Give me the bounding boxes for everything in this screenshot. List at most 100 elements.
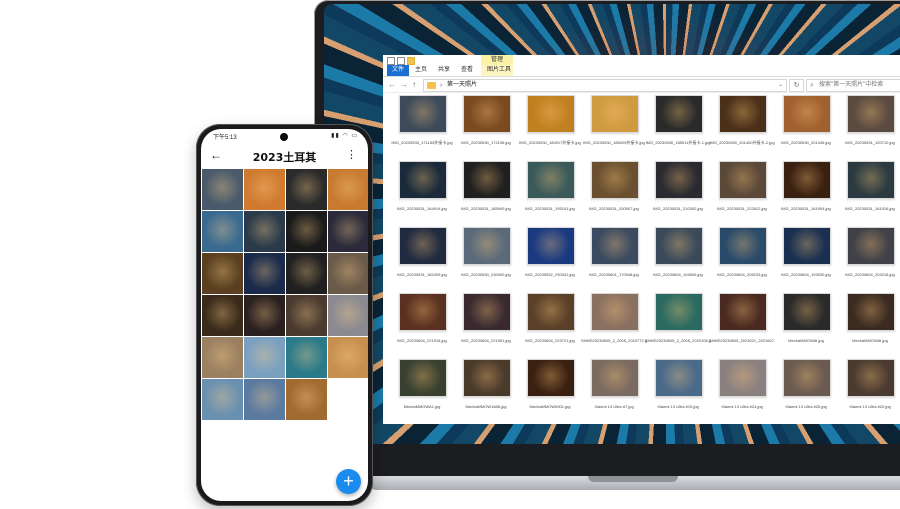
file-name: IMG_20230601_170548.jpg (589, 272, 639, 277)
file-thumbnail (719, 95, 767, 133)
file-name: IMG_20230604_221918.jpg (397, 338, 447, 343)
file-name: SHMS20230605_2023021_2021607.jpg (709, 338, 775, 343)
photo-thumbnail[interactable] (328, 337, 368, 378)
photo-thumbnail[interactable] (328, 211, 368, 252)
ribbon-tabs: 文件 主页 共享 查看 图片工具 (383, 65, 900, 77)
file-name: IMG_20230604_223721.jpg (525, 338, 575, 343)
photo-thumbnail[interactable] (328, 253, 368, 294)
file-name: Xiaomi 13 Ultra #19.jpg (657, 404, 699, 409)
file-thumbnail (527, 359, 575, 397)
file-name: SHMS20230605_2_2005_2020108.jpg (645, 338, 711, 343)
tab-picture-tools[interactable]: 图片工具 (482, 65, 516, 76)
file-thumbnail (783, 95, 831, 133)
file-name: IMG_20230531_200507.jpg (589, 206, 639, 211)
file-thumbnail (783, 359, 831, 397)
file-thumbnail (399, 293, 447, 331)
forward-button[interactable]: → (400, 79, 408, 90)
file-thumbnail (719, 227, 767, 265)
file-name: IMG_20230604_205233.jpg (717, 272, 767, 277)
photo-thumbnail[interactable] (202, 379, 243, 420)
file-name: IMG_20230531_222812.jpg (717, 206, 767, 211)
file-thumbnail (655, 227, 703, 265)
app-icon[interactable] (387, 57, 395, 65)
file-name: Xiaomi 13 Ultra #20.jpg (849, 404, 891, 409)
file-thumbnail (463, 293, 511, 331)
tab-share[interactable]: 共享 (433, 65, 455, 76)
search-input[interactable]: ⌕ 搜索"第一天照片"中检索 (806, 79, 900, 92)
photo-thumbnail[interactable] (328, 295, 368, 336)
photo-thumbnail[interactable] (328, 169, 368, 210)
file-name: IMG_20230532_230341.jpg (525, 272, 575, 277)
file-thumbnail (783, 293, 831, 331)
file-explorer-window: 管理 文件 主页 共享 查看 图片工具 ← → ↑ › 第一天照片 ⌄ ↻ ⌕ … (383, 55, 900, 424)
photo-thumbnail[interactable] (286, 211, 327, 252)
tab-view[interactable]: 查看 (456, 65, 478, 76)
file-name: IMG_20230531_164914.jpg (397, 206, 447, 211)
photo-thumbnail[interactable] (286, 169, 327, 210)
file-thumbnail (527, 161, 575, 199)
up-button[interactable]: ↑ (412, 79, 416, 90)
photo-thumbnail[interactable] (244, 337, 285, 378)
refresh-button[interactable]: ↻ (789, 79, 804, 92)
file-thumbnail (527, 95, 575, 133)
status-bar: 下午5:13 ▮▮ ◠ ▭ (201, 129, 368, 143)
status-time: 下午5:13 (213, 135, 237, 141)
file-thumbnail (847, 161, 895, 199)
file-thumbnail (463, 161, 511, 199)
add-button[interactable]: + (336, 469, 361, 494)
photo-thumbnail[interactable] (286, 253, 327, 294)
chevron-down-icon[interactable]: ⌄ (778, 80, 783, 91)
file-thumbnail (719, 161, 767, 199)
file-name: IMG_20230604_221951.jpg (461, 338, 511, 343)
tab-home[interactable]: 主页 (410, 65, 432, 76)
search-icon: ⌕ (810, 82, 814, 89)
file-thumbnail (591, 161, 639, 199)
file-thumbnail (591, 227, 639, 265)
photo-thumbnail[interactable] (202, 169, 243, 210)
address-field[interactable]: › 第一天照片 ⌄ (423, 79, 787, 92)
photo-thumbnail[interactable] (244, 379, 285, 420)
file-name: Xiaomi 13 Ultra #24.jpg (721, 404, 763, 409)
photo-thumbnail[interactable] (202, 253, 243, 294)
photo-thumbnail[interactable] (286, 337, 327, 378)
photo-thumbnail[interactable] (202, 211, 243, 252)
photo-thumbnail[interactable] (286, 379, 327, 420)
photo-thumbnail[interactable] (244, 253, 285, 294)
new-folder-icon[interactable] (407, 57, 415, 65)
ribbon-context-tab-manage[interactable]: 管理 (481, 55, 513, 65)
file-name: IMG_20230530_185511外接卡-1.jpg (645, 140, 711, 145)
address-bar: ← → ↑ › 第一天照片 ⌄ ↻ ⌕ 搜索"第一天照片"中检索 (383, 77, 900, 93)
file-name: SHMS20230605_2_2005_2010772.jpg (581, 338, 647, 343)
file-name: MechaMMOW1688.jpg (465, 404, 507, 409)
file-thumbnail (463, 95, 511, 133)
file-thumbnail (527, 293, 575, 331)
photo-thumbnail[interactable] (244, 169, 285, 210)
photo-thumbnail[interactable] (244, 211, 285, 252)
back-button[interactable]: ← (388, 79, 396, 90)
address-path[interactable]: 第一天照片 (447, 80, 477, 91)
properties-icon[interactable] (397, 57, 405, 65)
tab-file[interactable]: 文件 (387, 65, 410, 76)
file-name: IMG_20230531_182409.jpg (397, 272, 447, 277)
file-name: IMG_20230531_195241.jpg (525, 206, 575, 211)
more-options-icon[interactable]: ⋮ (346, 148, 357, 162)
file-name: MechaMMOW0001.jpg (529, 404, 571, 409)
front-camera (280, 133, 288, 141)
file-name: IMG_20230531_161904.jpg (781, 206, 831, 211)
phone: 下午5:13 ▮▮ ◠ ▭ ← 2023土耳其 ⋮ + (196, 124, 373, 506)
phone-screen: 下午5:13 ▮▮ ◠ ▭ ← 2023土耳其 ⋮ + (201, 129, 368, 501)
file-name: IMG_20230531_161916.jpg (845, 206, 895, 211)
file-thumbnail (847, 359, 895, 397)
file-name: MechaMMOWAI.jpg (852, 338, 888, 343)
file-name: IMG_20230531_120710.jpg (845, 140, 895, 145)
file-thumbnail (783, 161, 831, 199)
photo-thumbnail[interactable] (244, 295, 285, 336)
photo-thumbnail[interactable] (202, 337, 243, 378)
file-name: IMG_20230530_201400外接卡-2.jpg (709, 140, 775, 145)
file-thumbnail (527, 227, 575, 265)
chevron-right-icon: › (440, 82, 443, 89)
photo-thumbnail[interactable] (286, 295, 327, 336)
photo-thumbnail[interactable] (202, 295, 243, 336)
file-name: IMG_20230604_193530.jpg (781, 272, 831, 277)
file-thumbnail (463, 359, 511, 397)
